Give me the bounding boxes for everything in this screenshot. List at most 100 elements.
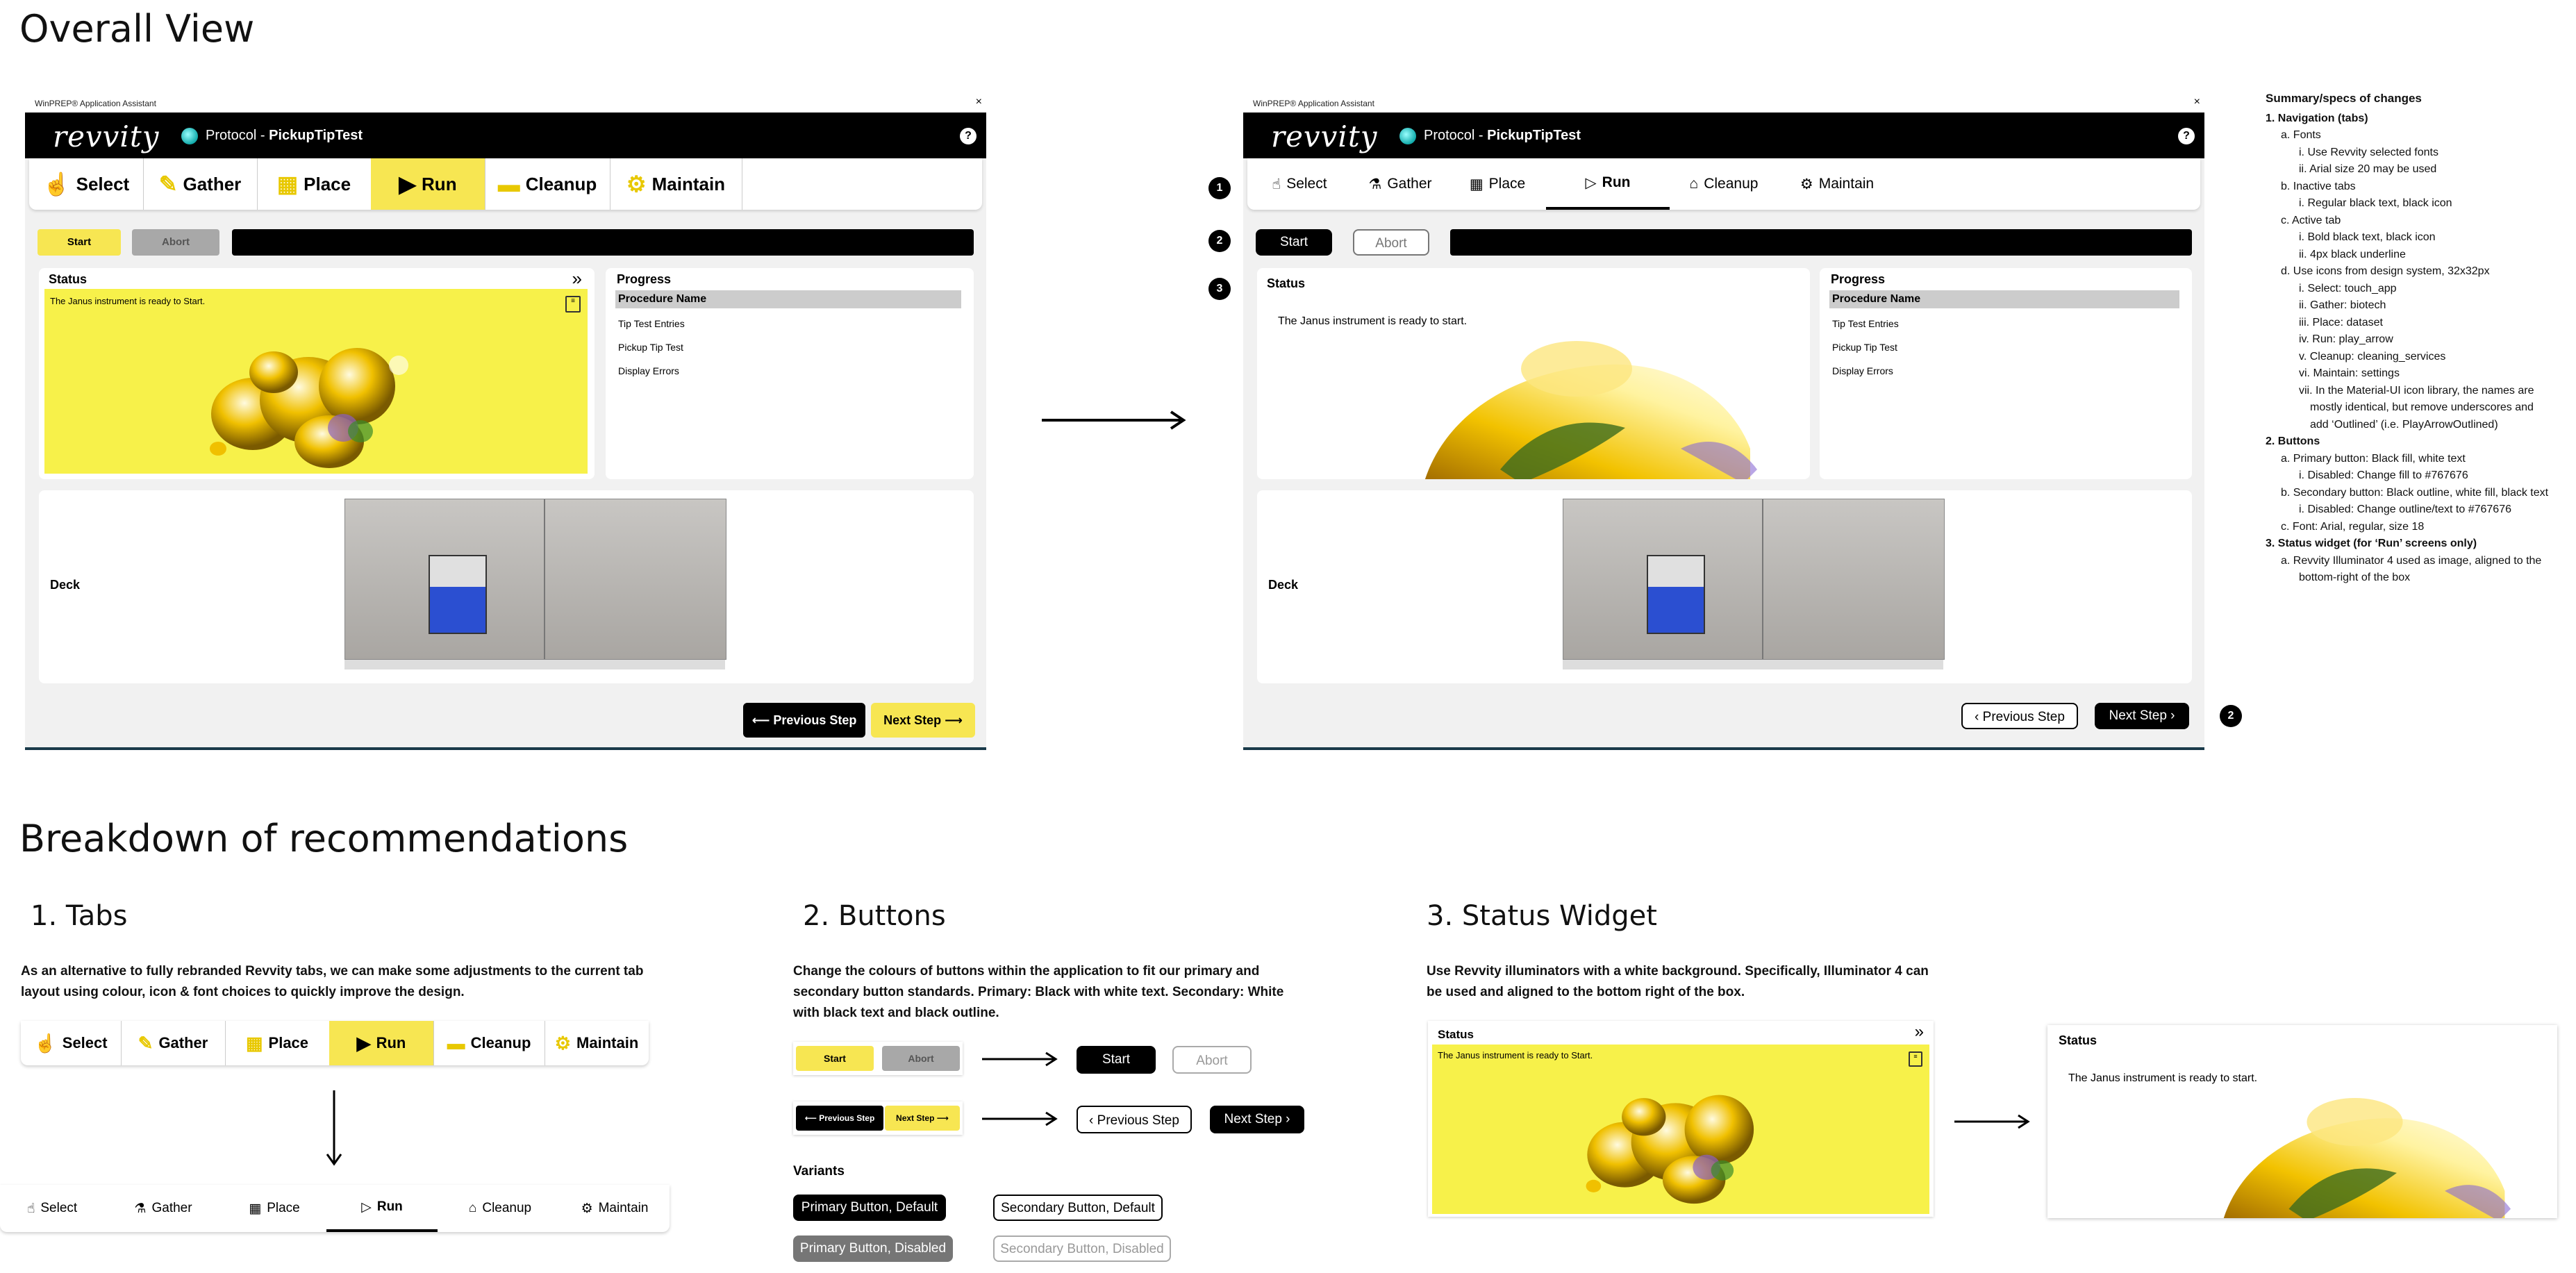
help-icon[interactable]: ? [960,128,977,144]
tab-select[interactable]: ☝ Select [21,1021,122,1065]
progress-bar [1450,229,2192,256]
progress-title: Progress [617,272,672,286]
tab-maintain[interactable]: ⚙ Maintain [610,158,742,210]
buttons-paragraph: Change the colours of buttons within the… [793,964,1284,1020]
tab-maintain[interactable]: ⚙ Maintain [563,1185,667,1232]
touch-app-icon: ☝ [26,1201,35,1216]
tab-gather[interactable]: ✎ Gather [143,158,258,210]
tab-run[interactable]: ▷ Run [1546,158,1670,210]
start-button-new[interactable]: Start [1077,1046,1156,1074]
status-title: Status [49,272,88,286]
tab-maintain[interactable]: ⚙ Maintain [545,1021,649,1065]
tab-place[interactable]: ▦ Place [1449,158,1546,210]
chevron-left-icon: ‹ [1975,710,1983,724]
wrench-icon: ⚙ [626,172,647,197]
primary-button-default[interactable]: Primary Button, Default [793,1195,946,1221]
progress-item[interactable]: Pickup Tip Test [1832,342,1897,353]
deck-panel: Deck [39,490,974,683]
progress-item[interactable]: Tip Test Entries [618,318,685,329]
next-step-button[interactable]: Next Step ⟶ [871,703,975,738]
progress-item[interactable]: Procedure Name [1829,290,2179,308]
dataset-icon: ▦ [249,1201,262,1216]
tab-select[interactable]: ☝ Select [29,158,144,210]
tab-maintain[interactable]: ⚙ Maintain [1778,158,1896,210]
new-status-widget: Status The Janus instrument is ready to … [2047,1025,2557,1218]
abort-button-new[interactable]: Abort [1172,1046,1252,1074]
spec-line: i. Select: touch_app [2299,282,2397,294]
previous-step-button[interactable]: ‹ Previous Step [1961,703,2078,729]
deck-image [344,499,726,660]
arrow-down-icon [326,1090,342,1166]
progress-item[interactable]: Display Errors [1832,365,1893,376]
previous-step-button[interactable]: ⟵ Previous Step [796,1106,883,1131]
tab-place[interactable]: ▦ Place [257,158,372,210]
window-title: WinPREP® Application Assistant [1253,99,1374,108]
next-step-button[interactable]: Next Step › [2095,703,2189,729]
close-icon[interactable]: × [2194,96,2200,108]
tab-run[interactable]: ▷ Run [326,1185,438,1232]
previous-step-button[interactable]: ⟵ Previous Step [743,703,865,738]
log-icon[interactable]: ≡ [1909,1051,1922,1067]
tab-cleanup[interactable]: ⌂ Cleanup [444,1185,556,1232]
progress-item[interactable]: Procedure Name [615,290,961,308]
progress-item[interactable]: Pickup Tip Test [618,342,683,353]
collapse-icon[interactable]: » [1915,1022,1924,1042]
window-bottom-edge [25,747,986,750]
start-button[interactable]: Start [1256,229,1332,256]
hand-icon: ☝ [42,172,71,197]
primary-button-disabled[interactable]: Primary Button, Disabled [793,1235,953,1262]
abort-button[interactable]: Abort [1353,229,1429,256]
status-text: The Janus instrument is ready to Start. [50,296,206,306]
status-heading: 3. Status Widget [1427,900,1657,932]
spec-line: d. Use icons from design system, 32x32px [2281,265,2490,277]
spec-line: c. Font: Arial, regular, size 18 [2281,520,2425,533]
spec-line: vii. In the Material-UI icon library, th… [2299,384,2534,397]
tabs-paragraph: As an alternative to fully rebranded Rev… [21,964,644,999]
settings-icon: ⚙ [581,1201,593,1216]
tab-cleanup[interactable]: ⌂ Cleanup [1670,158,1778,210]
tab-run[interactable]: ▶ Run [329,1021,434,1065]
next-step-button[interactable]: Next Step ⟶ [885,1106,960,1131]
spec-line: bottom-right of the box [2299,572,2411,583]
close-icon[interactable]: × [976,96,982,108]
cleanup-icon: ▬ [447,1032,465,1054]
start-button[interactable]: Start [38,229,121,256]
abort-button[interactable]: Abort [132,229,219,256]
illuminator-4-image [2223,1097,2511,1218]
progress-item[interactable]: Display Errors [618,365,679,376]
progress-item[interactable]: Tip Test Entries [1832,318,1899,329]
tab-run[interactable]: ▶ Run [371,158,485,210]
next-step-button-new[interactable]: Next Step › [1210,1106,1304,1133]
tab-place[interactable]: ▦ Place [222,1185,326,1232]
arrow-left-icon: ⟵ [751,713,774,727]
arrow-right-icon [982,1051,1058,1067]
tab-select[interactable]: ☝ Select [0,1185,104,1232]
previous-step-button-new[interactable]: ‹ Previous Step [1077,1106,1192,1133]
log-icon[interactable]: ≡ [565,296,581,313]
protocol-icon [181,128,198,144]
biotech-icon: ⚗ [134,1201,147,1216]
spec-line: vi. Maintain: settings [2299,367,2400,379]
collapse-icon[interactable]: » [572,268,582,290]
tab-select[interactable]: ☝ Select [1247,158,1352,210]
start-button[interactable]: Start [796,1046,874,1071]
secondary-button-default[interactable]: Secondary Button, Default [993,1195,1163,1221]
tab-place[interactable]: ▦ Place [225,1021,330,1065]
tab-gather[interactable]: ✎ Gather [121,1021,226,1065]
spec-line: 2. Buttons [2266,435,2320,447]
arrow-right-icon [982,1111,1058,1126]
deck-image [1563,499,1945,660]
abort-button[interactable]: Abort [882,1046,960,1071]
tab-gather[interactable]: ⚗ Gather [1352,158,1449,210]
status-title: Status [2059,1033,2097,1047]
tab-cleanup[interactable]: ▬ Cleanup [485,158,610,210]
secondary-button-disabled[interactable]: Secondary Button, Disabled [993,1235,1171,1262]
play-icon: ▶ [356,1032,371,1054]
new-app-window: WinPREP® Application Assistant × revvity… [1243,94,2204,750]
tab-gather[interactable]: ⚗ Gather [111,1185,215,1232]
window-title: WinPREP® Application Assistant [35,99,156,108]
spec-line: i. Regular black text, black icon [2299,197,2452,209]
help-icon[interactable]: ? [2178,128,2195,144]
tab-cleanup[interactable]: ▬ Cleanup [433,1021,545,1065]
deck-panel: Deck [1257,490,2192,683]
